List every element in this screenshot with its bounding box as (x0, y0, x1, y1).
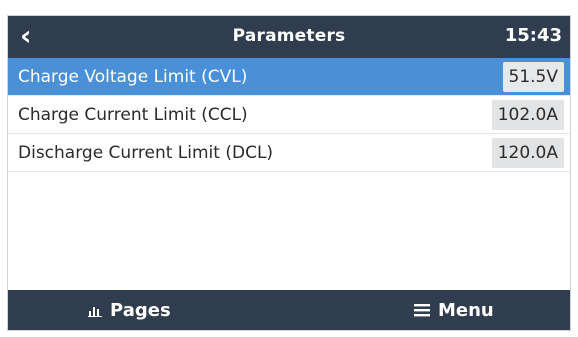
bar-chart-icon (88, 303, 102, 317)
pages-button[interactable]: Pages (88, 290, 171, 330)
list-item-label: Charge Voltage Limit (CVL) (18, 66, 248, 87)
list-item-ccl[interactable]: Charge Current Limit (CCL) 102.0A (8, 96, 570, 134)
list-item-value: 102.0A (491, 99, 564, 130)
list-item-value: 51.5V (502, 61, 564, 92)
parameters-list: Charge Voltage Limit (CVL) 51.5V Charge … (8, 58, 570, 172)
top-bar: ‹ Parameters 15:43 (8, 16, 570, 58)
list-item-label: Charge Current Limit (CCL) (18, 104, 248, 125)
list-item-value: 120.0A (491, 137, 564, 168)
clock: 15:43 (504, 25, 562, 46)
list-item-dcl[interactable]: Discharge Current Limit (DCL) 120.0A (8, 134, 570, 172)
menu-label: Menu (438, 299, 494, 321)
page-title: Parameters (232, 26, 346, 46)
device-screen: ‹ Parameters 15:43 Charge Voltage Limit … (7, 15, 571, 331)
list-item-cvl[interactable]: Charge Voltage Limit (CVL) 51.5V (8, 58, 570, 96)
menu-button[interactable]: Menu (414, 290, 494, 330)
list-item-label: Discharge Current Limit (DCL) (18, 142, 274, 163)
hamburger-menu-icon (414, 303, 430, 317)
pages-label: Pages (110, 299, 171, 321)
bottom-bar: Pages Menu (8, 290, 570, 330)
